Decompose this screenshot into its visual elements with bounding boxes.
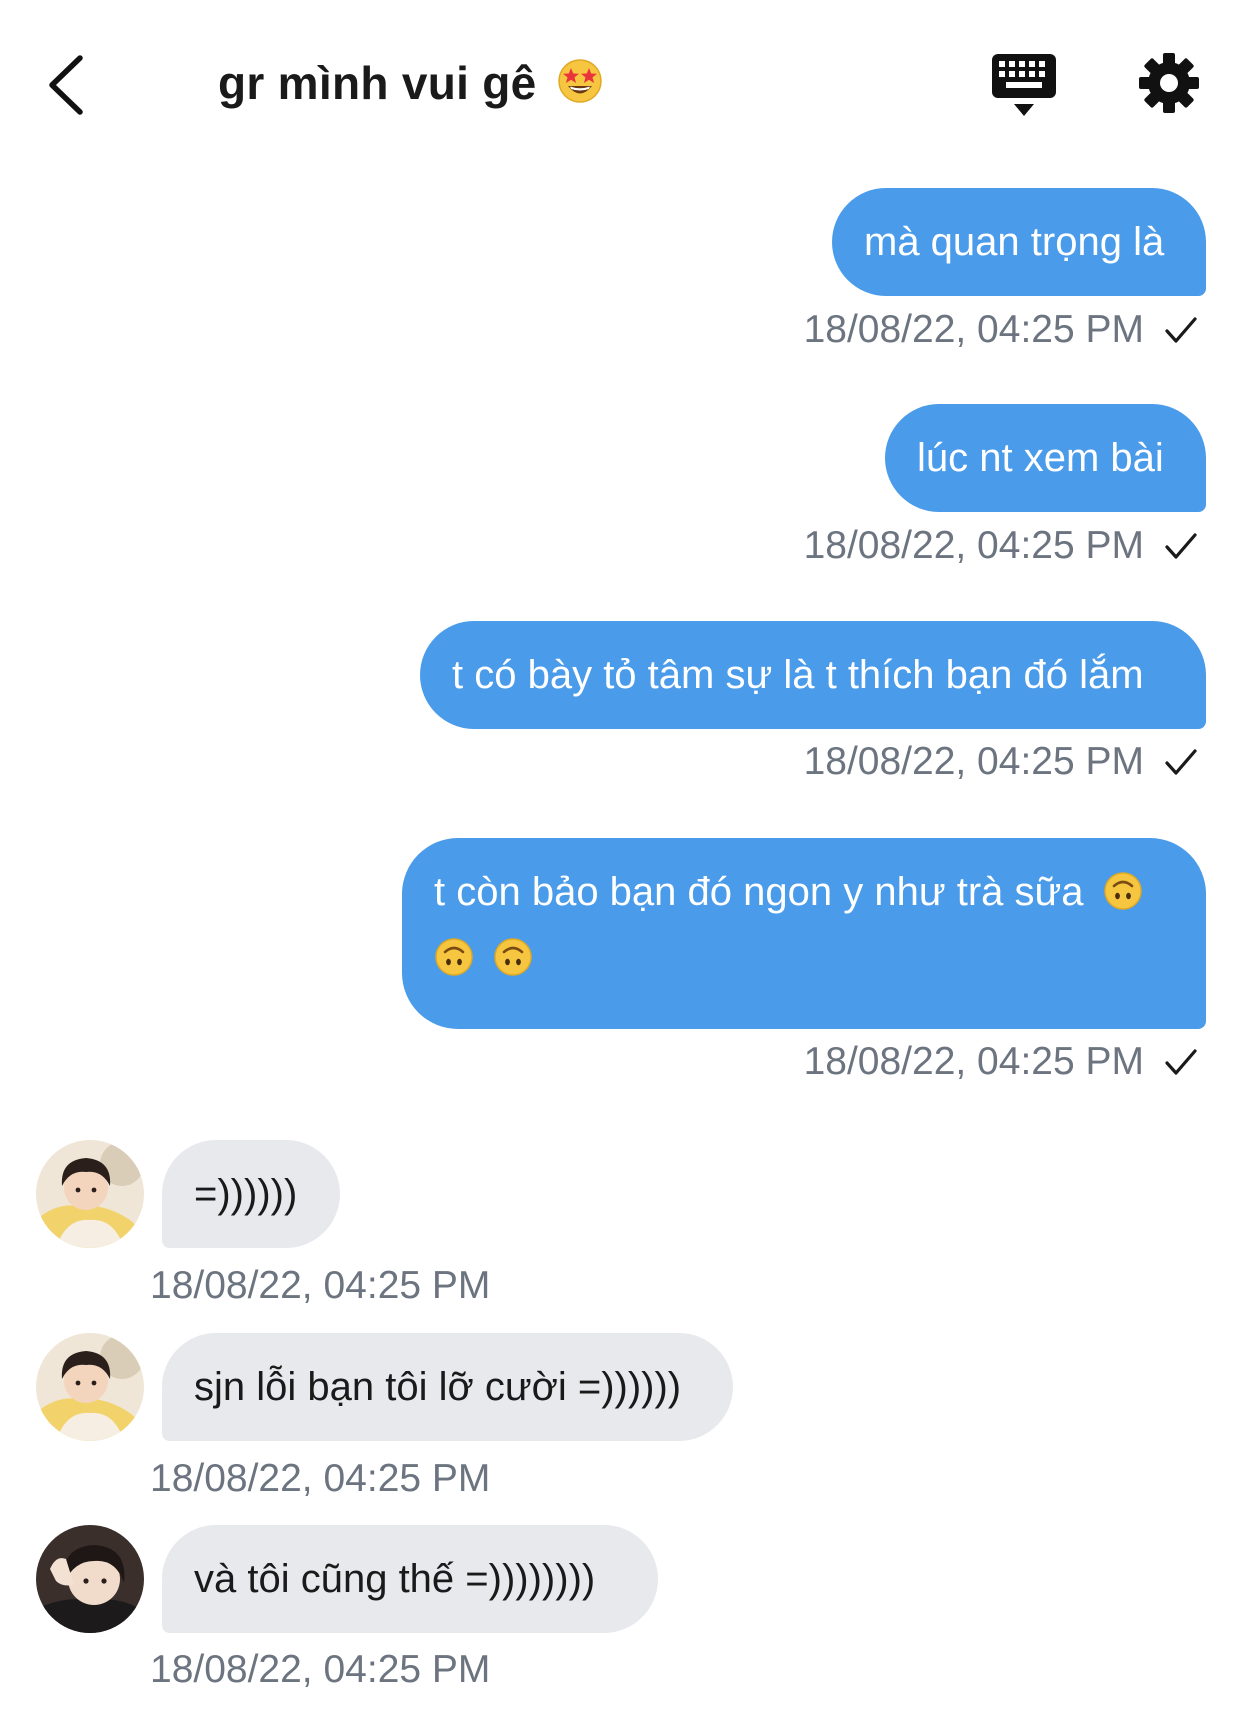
message-timestamp: 18/08/22, 04:25 PM — [150, 1648, 491, 1691]
upside-down-face-emoji-icon — [493, 937, 533, 977]
message-text: sjn lỗi bạn tôi lỡ cười =)))))) — [194, 1364, 682, 1409]
message-timestamp: 18/08/22, 04:25 PM — [150, 1457, 491, 1500]
avatar-photo-icon — [36, 1140, 144, 1248]
upside-down-face-emoji-icon — [434, 937, 474, 977]
message-meta: 18/08/22, 04:25 PM — [804, 1040, 1200, 1084]
avatar[interactable] — [36, 1525, 144, 1633]
avatar[interactable] — [36, 1333, 144, 1441]
message-list[interactable]: mà quan trọng là 18/08/22, 04:25 PM lúc … — [0, 0, 1242, 1711]
message-line — [434, 926, 1174, 990]
outgoing-message-bubble[interactable]: lúc nt xem bài — [885, 404, 1206, 512]
message-line: t còn bảo bạn đó ngon y như trà sữa — [434, 860, 1174, 924]
message-meta: 18/08/22, 04:25 PM — [804, 740, 1200, 784]
message-timestamp: 18/08/22, 04:25 PM — [150, 1264, 491, 1307]
message-timestamp: 18/08/22, 04:25 PM — [803, 524, 1144, 567]
outgoing-message-bubble[interactable]: t có bày tỏ tâm sự là t thích bạn đó lắm — [420, 621, 1206, 729]
message-timestamp: 18/08/22, 04:25 PM — [803, 1040, 1144, 1083]
sent-check-icon — [1162, 1043, 1200, 1081]
sent-check-icon — [1162, 527, 1200, 565]
message-text: lúc nt xem bài — [917, 436, 1164, 480]
message-text: mà quan trọng là — [864, 220, 1165, 264]
incoming-message-bubble[interactable]: =)))))) — [162, 1140, 340, 1248]
message-text: và tôi cũng thế =)))))))) — [194, 1556, 596, 1601]
message-text: t có bày tỏ tâm sự là t thích bạn đó lắm — [452, 653, 1144, 697]
sent-check-icon — [1162, 743, 1200, 781]
upside-down-face-emoji-icon — [1103, 871, 1143, 911]
outgoing-message-bubble[interactable]: t còn bảo bạn đó ngon y như trà sữa — [402, 838, 1206, 1029]
avatar[interactable] — [36, 1140, 144, 1248]
message-meta: 18/08/22, 04:25 PM — [804, 308, 1200, 352]
avatar-photo-icon — [36, 1525, 144, 1633]
incoming-message-bubble[interactable]: và tôi cũng thế =)))))))) — [162, 1525, 658, 1633]
outgoing-message-bubble[interactable]: mà quan trọng là — [832, 188, 1206, 296]
incoming-message-bubble[interactable]: sjn lỗi bạn tôi lỡ cười =)))))) — [162, 1333, 733, 1441]
message-meta: 18/08/22, 04:25 PM — [804, 524, 1200, 568]
message-timestamp: 18/08/22, 04:25 PM — [803, 308, 1144, 351]
message-timestamp: 18/08/22, 04:25 PM — [803, 740, 1144, 783]
avatar-photo-icon — [36, 1333, 144, 1441]
sent-check-icon — [1162, 311, 1200, 349]
message-text: t còn bảo bạn đó ngon y như trà sữa — [434, 870, 1084, 914]
message-text: =)))))) — [194, 1171, 298, 1216]
